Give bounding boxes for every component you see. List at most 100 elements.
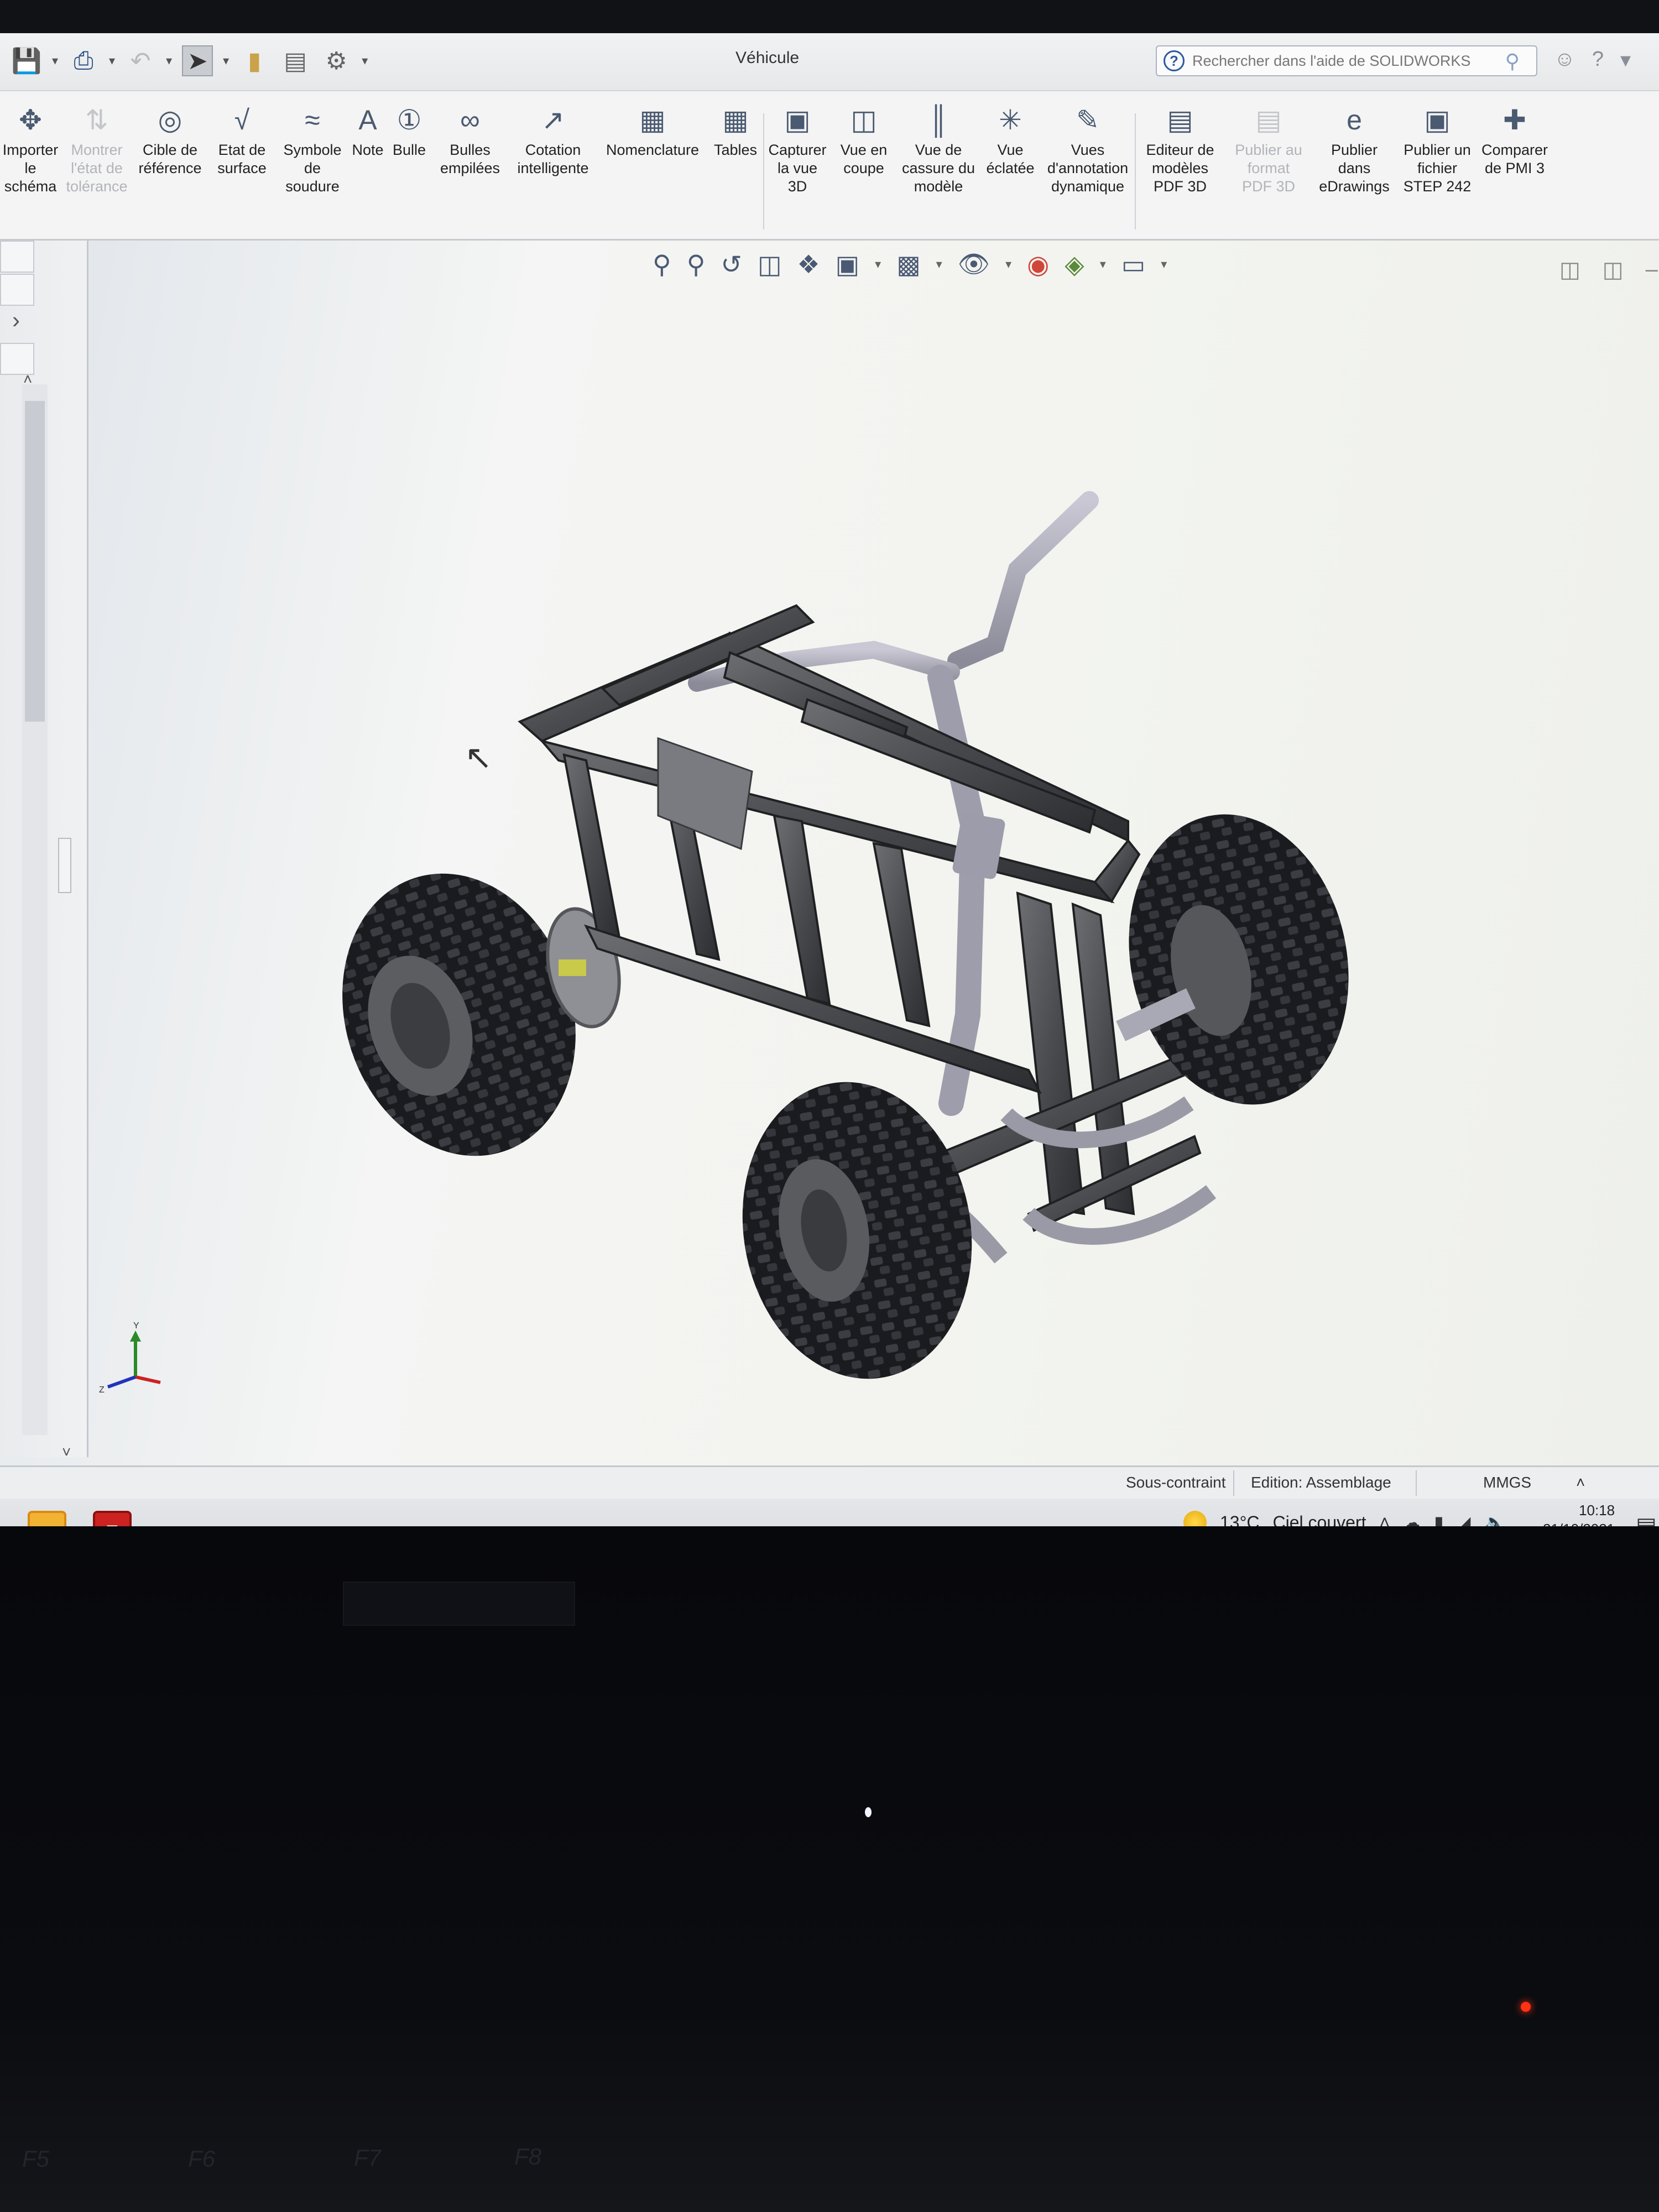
ribbon-button-publish-pdf[interactable]: ▤ Publier au format PDF 3D (1224, 91, 1313, 196)
help-search-placeholder: Rechercher dans l'aide de SOLIDWORKS (1192, 52, 1471, 69)
f6-key[interactable]: F6 (188, 2146, 215, 2172)
ribbon-button-exploded-view[interactable]: ✳ Vue éclatée (980, 91, 1041, 178)
graphics-area[interactable]: ↖ (88, 241, 1659, 1457)
ribbon-button-label: Etat de surface (217, 142, 267, 176)
panel-resize-handle[interactable] (58, 838, 71, 893)
volume-icon[interactable]: 🔈 (1484, 1512, 1506, 1526)
mouse-cursor-icon: ↖ (465, 739, 493, 776)
command-manager-ribbon: ✥ Importer le schéma ⇅ Montrer l'état de to… (0, 91, 1659, 241)
tolerance-icon: ⇅ (85, 105, 108, 135)
compare-pmi-icon: ✚ (1503, 105, 1526, 135)
ribbon-button-stacked-balloon[interactable]: ∞ Bulles empilées (431, 91, 509, 178)
save-icon[interactable]: 💾 (11, 45, 42, 76)
ribbon-button-label: Publier dans eDrawings (1319, 142, 1390, 195)
print-dropdown-icon[interactable]: ▾ (109, 54, 115, 68)
notifications-icon[interactable]: ▤ (1636, 1513, 1657, 1526)
ribbon-button-smart-dimension[interactable]: ↗ Cotation intelligente (509, 91, 597, 178)
user-icon[interactable]: ☺ (1554, 48, 1575, 72)
laptop-logo (343, 1582, 575, 1626)
monitor-bezel (0, 0, 1659, 33)
ribbon-button-capture-3d-view[interactable]: ▣ Capturer la vue 3D (764, 91, 831, 196)
rebuild-icon[interactable]: ▮ (239, 45, 270, 76)
file-explorer-icon[interactable] (28, 1511, 66, 1526)
title-bar: 💾 ▾ ⎙ ▾ ↶ ▾ ➤ ▾ ▮ ▤ ⚙ ▾ Véhicule ? Reche… (0, 33, 1659, 91)
ribbon-button-balloon[interactable]: ① Bulle (387, 91, 431, 159)
power-led (1521, 2002, 1531, 2012)
table-icon: ▦ (722, 105, 749, 135)
ribbon-button-label: Publier un fichier STEP 242 (1403, 142, 1472, 195)
battery-icon[interactable]: ▮ (1434, 1512, 1444, 1526)
ribbon-button-label: Editeur de modèles PDF 3D (1146, 142, 1214, 195)
help-question-icon: ? (1164, 50, 1185, 71)
file-properties-icon[interactable]: ▤ (280, 45, 311, 76)
network-icon[interactable]: ◢ (1457, 1512, 1471, 1526)
clock-date: 21/10/2021 (1543, 1520, 1615, 1526)
panel-scroll-thumb[interactable] (25, 401, 45, 722)
f7-key[interactable]: F7 (354, 2145, 381, 2171)
status-units[interactable]: MMGS (1483, 1474, 1531, 1491)
tray-chevron-icon[interactable]: ˄ (1379, 1512, 1390, 1527)
ribbon-button-label: Comparer de PMI 3 (1481, 142, 1548, 176)
ribbon-button-label: Vues d'annotation dynamique (1047, 142, 1129, 195)
note-icon: A (358, 105, 377, 135)
document-title: Véhicule (735, 49, 800, 67)
help-icon[interactable]: ? (1592, 48, 1604, 72)
weather-description[interactable]: Ciel couvert (1273, 1512, 1366, 1527)
ribbon-button-note[interactable]: A Note (348, 91, 387, 159)
ribbon-button-step-242[interactable]: ▣ Publier un fichier STEP 242 (1396, 91, 1479, 196)
smart-dimension-icon: ↗ (541, 105, 565, 135)
publish-pdf-icon: ▤ (1255, 105, 1282, 135)
panel-tab-1[interactable] (0, 241, 34, 273)
weather-icon[interactable] (1183, 1511, 1207, 1526)
ribbon-button-label: Vue éclatée (986, 142, 1035, 176)
solidworks-app-icon[interactable]: ■ (93, 1511, 132, 1526)
help-search-input[interactable]: ? Rechercher dans l'aide de SOLIDWORKS ⚲ (1156, 45, 1537, 76)
clock-time: 10:18 (1579, 1502, 1615, 1519)
ribbon-button-edrawings[interactable]: e Publier dans eDrawings (1313, 91, 1396, 196)
search-icon[interactable]: ⚲ (1505, 50, 1520, 73)
options-gear-icon[interactable]: ⚙ (321, 45, 352, 76)
panel-tab-2[interactable] (0, 274, 34, 306)
f8-key[interactable]: F8 (514, 2143, 541, 2170)
ribbon-button-label: Tables (713, 142, 758, 158)
undo-icon[interactable]: ↶ (125, 45, 156, 76)
section-view-icon: ◫ (851, 105, 877, 135)
datum-target-icon: ◎ (158, 105, 182, 135)
ribbon-button-dynamic-annotation[interactable]: ✎ Vues d'annotation dynamique (1041, 91, 1135, 196)
balloon-icon: ① (397, 105, 422, 135)
undo-dropdown-icon[interactable]: ▾ (166, 54, 172, 68)
ribbon-button-pdf-template[interactable]: ▤ Editeur de modèles PDF 3D (1136, 91, 1224, 196)
weld-symbol-icon: ≈ (305, 105, 320, 135)
weather-temperature[interactable]: 13°C (1220, 1512, 1260, 1527)
capture-3d-view-icon: ▣ (784, 105, 811, 135)
ribbon-button-label: Importer le schéma (2, 142, 59, 195)
triad-z-label: Z (99, 1385, 105, 1395)
f5-key[interactable]: F5 (22, 2146, 49, 2172)
scroll-down-icon[interactable]: ˅ (62, 1443, 71, 1461)
ribbon-button-bom[interactable]: ▦ Nomenclature (597, 91, 708, 159)
select-cursor-icon[interactable]: ➤ (182, 45, 213, 76)
ribbon-button-break-view[interactable]: ║ Vue de cassure du modèle (897, 91, 980, 196)
ribbon-button-compare-pmi[interactable]: ✚ Comparer de PMI 3 (1479, 91, 1551, 178)
ribbon-button-import[interactable]: ✥ Importer le schéma (0, 91, 61, 196)
bom-icon: ▦ (639, 105, 666, 135)
save-dropdown-icon[interactable]: ▾ (52, 54, 58, 68)
units-dropdown-icon[interactable]: ˄ (1576, 1474, 1585, 1491)
expand-panel-arrow-icon[interactable]: › (12, 307, 20, 333)
options-dropdown-icon[interactable]: ▾ (362, 54, 368, 68)
taskbar-clock[interactable]: 10:18 21/10/2021 (1543, 1501, 1615, 1526)
select-dropdown-icon[interactable]: ▾ (223, 54, 229, 68)
cloud-icon[interactable]: ☁ (1403, 1512, 1421, 1526)
feature-manager-panel: › ˄ ˅ (0, 241, 88, 1460)
ribbon-button-datum-target[interactable]: ◎ Cible de référence (133, 91, 207, 178)
print-icon[interactable]: ⎙ (68, 45, 99, 76)
vehicle-assembly-model[interactable] (88, 241, 1659, 1457)
ribbon-button-section-view[interactable]: ◫ Vue en coupe (831, 91, 897, 178)
ribbon-button-surface-finish[interactable]: √ Etat de surface (207, 91, 276, 178)
title-dropdown-icon[interactable]: ▾ (1620, 48, 1631, 72)
break-view-icon: ║ (928, 105, 948, 135)
ribbon-button-weld-symbol[interactable]: ≈ Symbole de soudure (276, 91, 348, 196)
ribbon-button-table[interactable]: ▦ Tables (708, 91, 763, 159)
ribbon-button-tolerance[interactable]: ⇅ Montrer l'état de tolérance (61, 91, 133, 196)
ribbon-button-label: Capturer la vue 3D (768, 142, 827, 195)
